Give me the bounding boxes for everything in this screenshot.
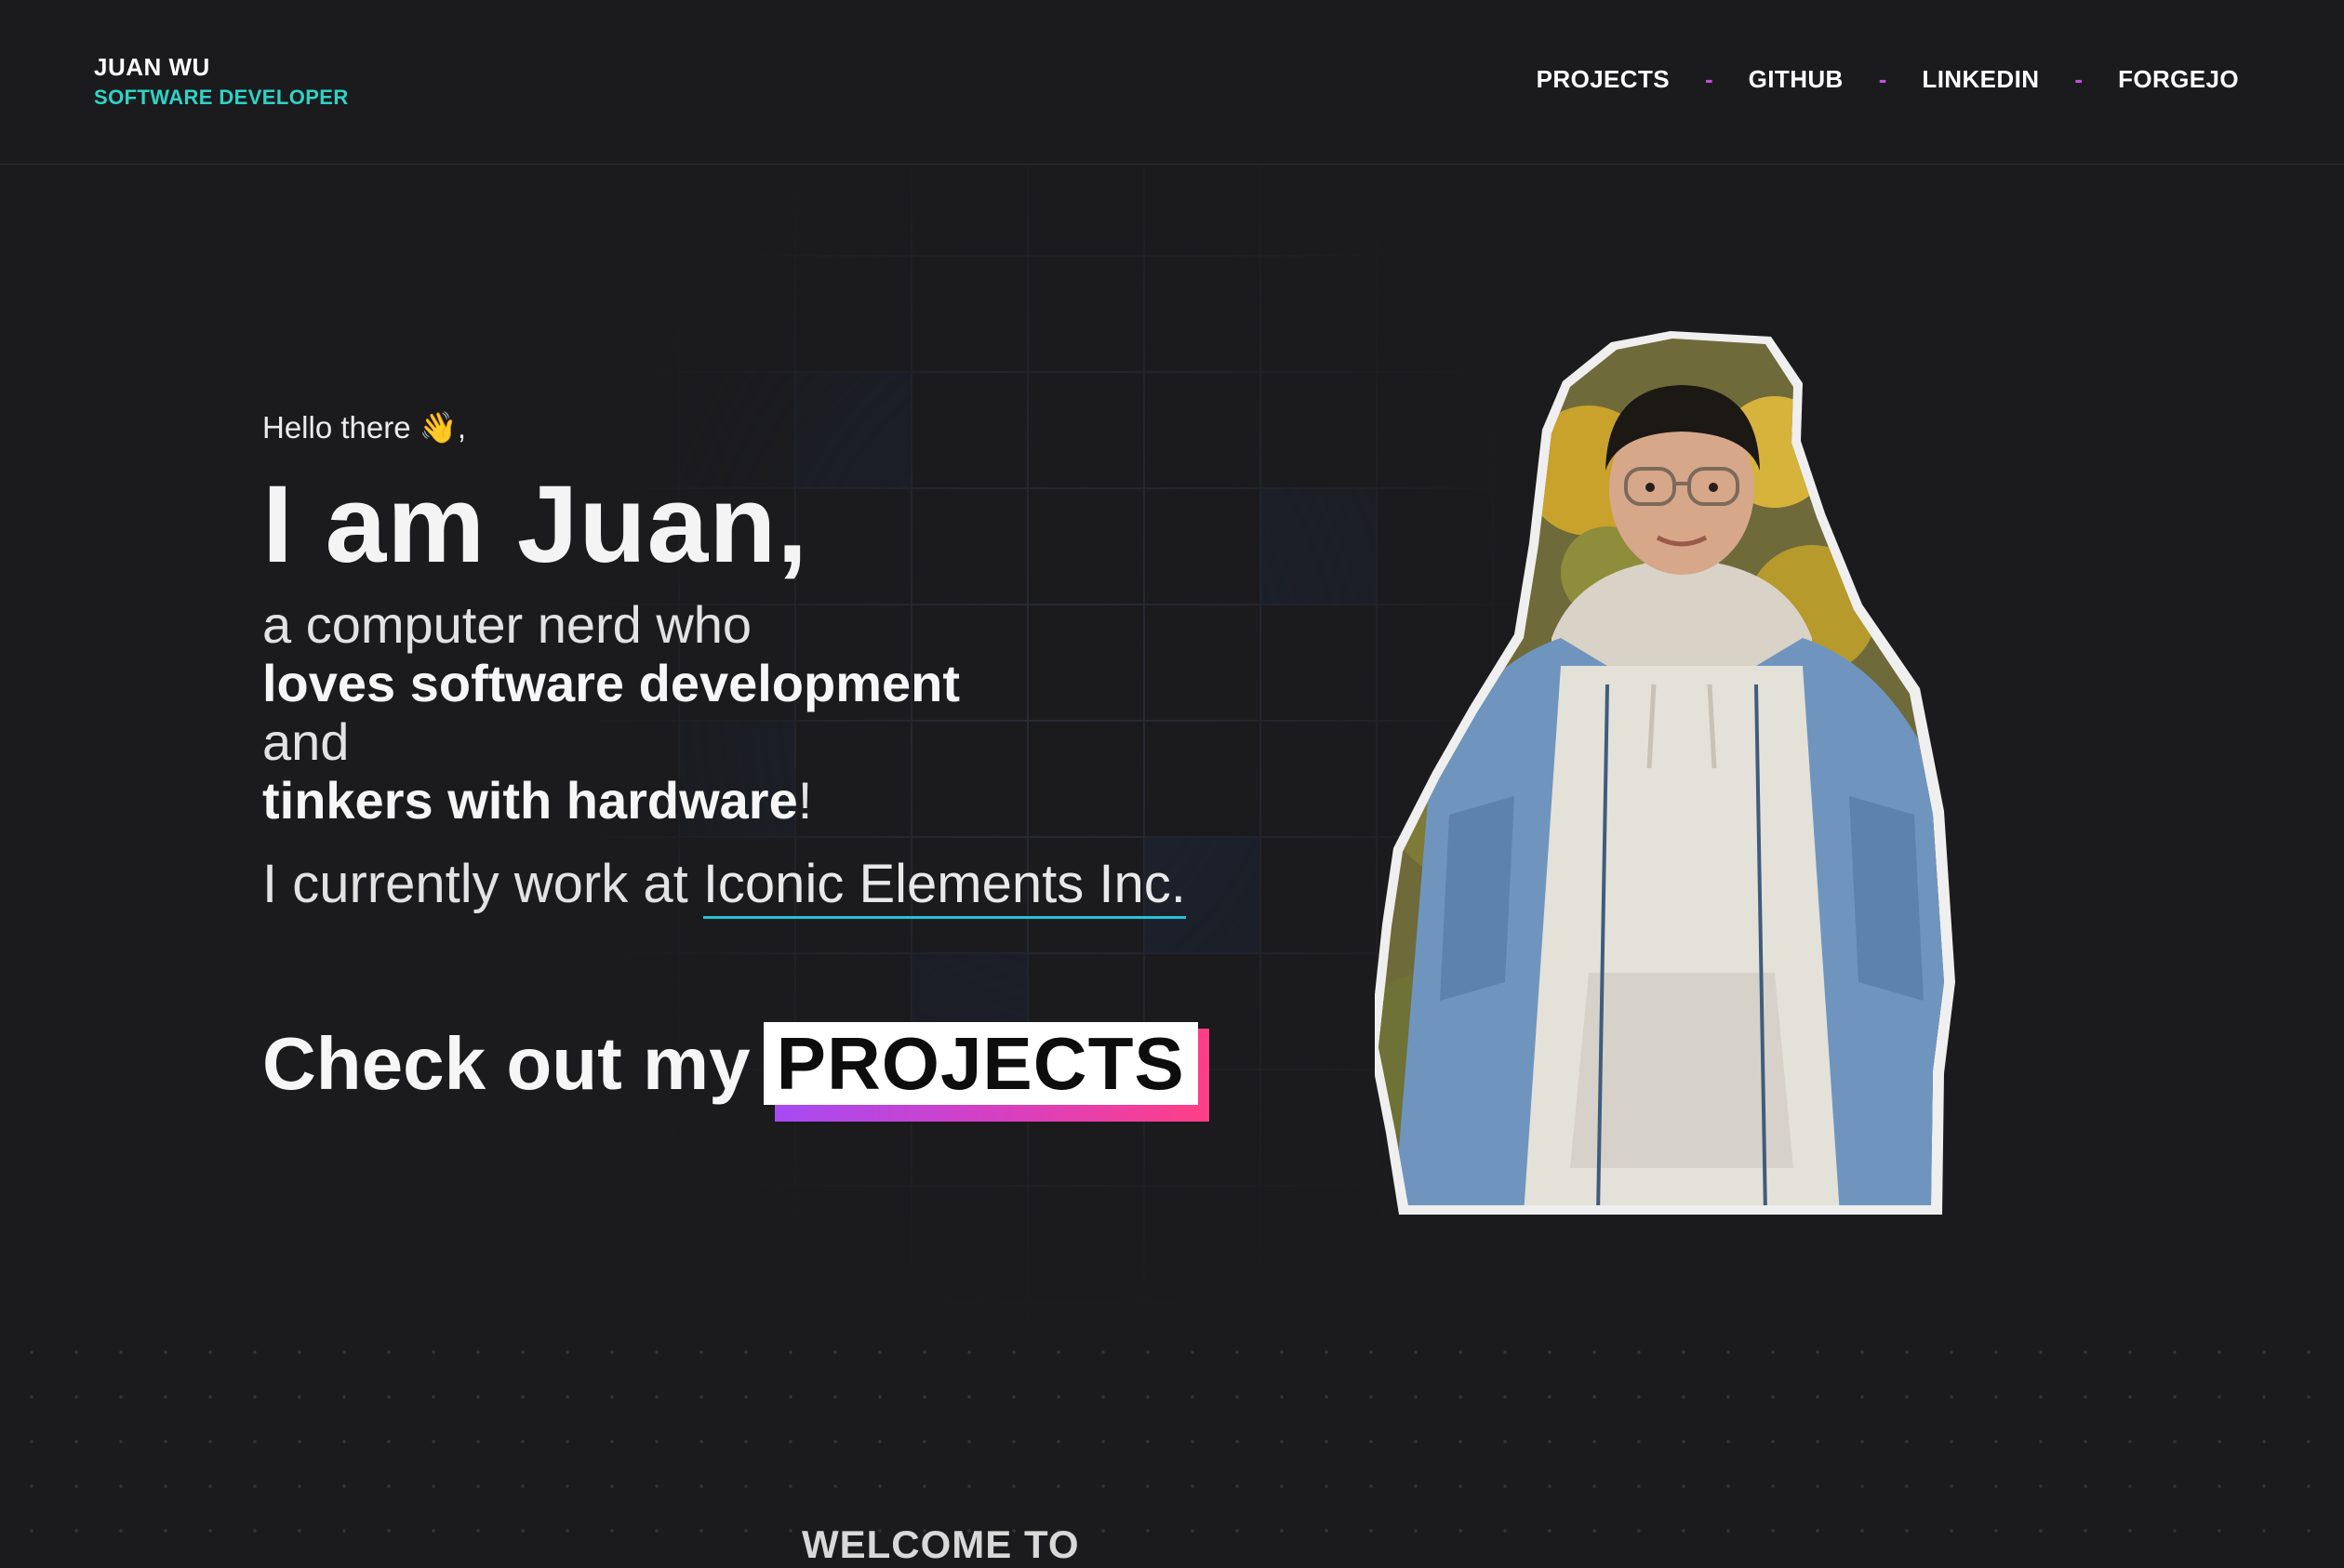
- nav-separator: -: [1705, 65, 1713, 93]
- profile-photo: [1375, 331, 2044, 1215]
- main-nav: PROJECTS - GITHUB - LINKEDIN - FORGEJO: [1537, 65, 2239, 94]
- company-link[interactable]: Iconic Elements Inc.: [702, 854, 1186, 919]
- background-dot-pattern: [0, 1321, 2344, 1543]
- projects-cta: Check out my PROJECTS: [262, 1017, 1209, 1122]
- hero-description: a computer nerd who loves software devel…: [262, 595, 1198, 830]
- description-line-strong: loves software development: [262, 654, 961, 712]
- site-header: JUAN WU SOFTWARE DEVELOPER PROJECTS - GI…: [0, 0, 2344, 165]
- greeting-text: Hello there 👋,: [262, 410, 467, 445]
- nav-link-linkedin[interactable]: LINKEDIN: [1922, 65, 2039, 94]
- nav-separator: -: [2074, 65, 2084, 93]
- welcome-heading: WELCOME TO: [802, 1522, 1080, 1566]
- brand[interactable]: JUAN WU SOFTWARE DEVELOPER: [94, 52, 349, 112]
- cta-text: Check out my: [262, 1022, 751, 1105]
- projects-button[interactable]: PROJECTS: [763, 1017, 1209, 1122]
- nav-link-projects[interactable]: PROJECTS: [1537, 65, 1670, 94]
- brand-name: JUAN WU: [94, 53, 210, 81]
- projects-button-label: PROJECTS: [763, 1022, 1198, 1105]
- work-statement: I currently work at Iconic Elements Inc.: [262, 852, 1198, 919]
- brand-role: SOFTWARE DEVELOPER: [94, 86, 349, 109]
- description-line: and: [262, 712, 350, 771]
- nav-link-forgejo[interactable]: FORGEJO: [2118, 65, 2239, 94]
- hero-headline: I am Juan,: [262, 463, 809, 586]
- description-line-strong: tinkers with hardware: [262, 771, 798, 830]
- description-line: a computer nerd who: [262, 595, 752, 654]
- hero-section: Hello there 👋, I am Juan, a computer ner…: [262, 407, 1209, 1122]
- nav-separator: -: [1878, 65, 1887, 93]
- description-line: tinkers with hardware!: [262, 771, 1198, 830]
- exclamation: !: [797, 771, 813, 830]
- work-prefix: I currently work at: [262, 854, 703, 914]
- nav-link-github[interactable]: GITHUB: [1749, 65, 1844, 94]
